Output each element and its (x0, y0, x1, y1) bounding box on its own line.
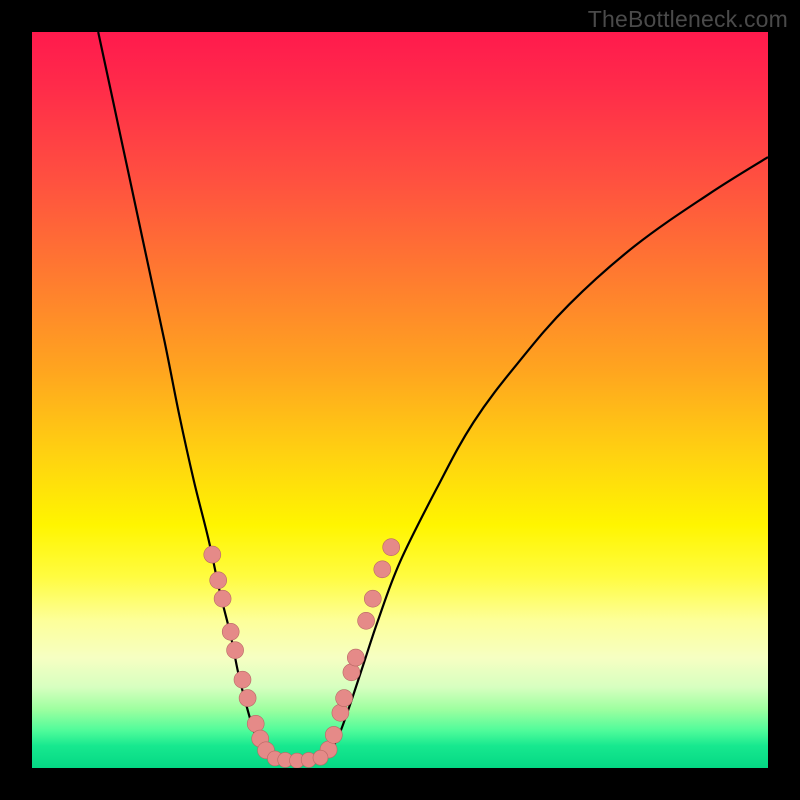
data-marker (364, 590, 381, 607)
data-marker (383, 539, 400, 556)
data-marker (247, 715, 264, 732)
data-marker (222, 623, 239, 640)
plot-area (32, 32, 768, 768)
data-marker (374, 561, 391, 578)
data-marker (347, 649, 364, 666)
data-marker (227, 642, 244, 659)
data-marker (332, 704, 349, 721)
data-marker (239, 690, 256, 707)
data-marker (204, 546, 221, 563)
curve-layer (32, 32, 768, 768)
data-marker (325, 726, 342, 743)
chart-frame: TheBottleneck.com (0, 0, 800, 800)
data-marker (210, 572, 227, 589)
data-marker (214, 590, 231, 607)
data-marker (336, 690, 353, 707)
data-marker (343, 664, 360, 681)
curve-right-branch (326, 157, 768, 756)
data-marker (358, 612, 375, 629)
watermark-text: TheBottleneck.com (588, 6, 788, 33)
marker-group (204, 539, 400, 768)
data-marker (234, 671, 251, 688)
data-marker (313, 750, 328, 765)
